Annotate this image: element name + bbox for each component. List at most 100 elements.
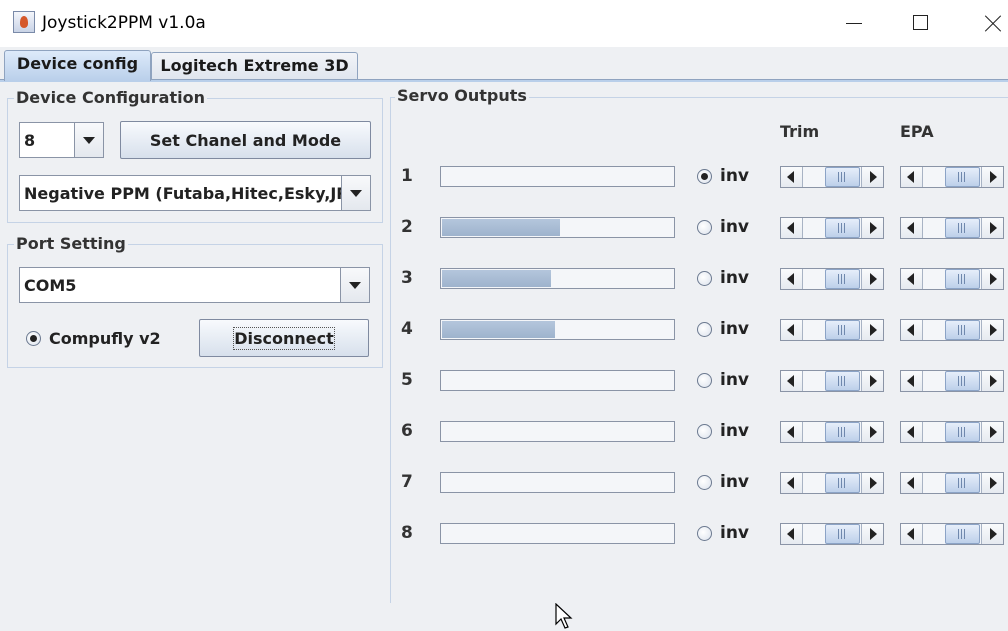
invert-radio[interactable]: [697, 475, 712, 490]
invert-label: inv: [720, 268, 750, 288]
slider-thumb[interactable]: [945, 218, 980, 238]
arrow-right-icon[interactable]: [861, 218, 883, 238]
epa-slider[interactable]: [900, 268, 1004, 290]
servo-row: 7 inv: [390, 468, 1008, 498]
arrow-left-icon[interactable]: [781, 218, 803, 238]
invert-radio[interactable]: [697, 526, 712, 541]
epa-slider[interactable]: [900, 166, 1004, 188]
invert-radio[interactable]: [697, 169, 712, 184]
tab-divider: [0, 79, 1008, 82]
epa-column-header: EPA: [900, 122, 934, 141]
disconnect-button[interactable]: Disconnect: [199, 319, 369, 357]
arrow-left-icon[interactable]: [901, 473, 923, 493]
arrow-left-icon[interactable]: [781, 371, 803, 391]
trim-slider[interactable]: [780, 319, 884, 341]
trim-slider[interactable]: [780, 370, 884, 392]
arrow-left-icon[interactable]: [901, 320, 923, 340]
slider-thumb[interactable]: [825, 473, 860, 493]
arrow-right-icon[interactable]: [861, 371, 883, 391]
arrow-left-icon[interactable]: [901, 422, 923, 442]
close-button[interactable]: [968, 8, 1008, 38]
slider-thumb[interactable]: [825, 524, 860, 544]
trim-slider[interactable]: [780, 421, 884, 443]
maximize-button[interactable]: [898, 8, 944, 38]
port-setting-title: Port Setting: [14, 234, 128, 253]
slider-thumb[interactable]: [825, 269, 860, 289]
slider-thumb[interactable]: [945, 320, 980, 340]
trim-slider[interactable]: [780, 166, 884, 188]
set-channel-and-mode-button[interactable]: Set Chanel and Mode: [120, 121, 371, 159]
invert-label: inv: [720, 370, 750, 390]
arrow-right-icon[interactable]: [981, 320, 1003, 340]
arrow-left-icon[interactable]: [781, 320, 803, 340]
arrow-right-icon[interactable]: [981, 422, 1003, 442]
arrow-right-icon[interactable]: [861, 524, 883, 544]
epa-slider[interactable]: [900, 319, 1004, 341]
arrow-left-icon[interactable]: [781, 524, 803, 544]
arrow-left-icon[interactable]: [781, 167, 803, 187]
tab-strip: Device config Logitech Extreme 3D: [0, 47, 1008, 82]
arrow-left-icon[interactable]: [781, 269, 803, 289]
servo-outputs-title: Servo Outputs: [395, 86, 529, 105]
arrow-left-icon[interactable]: [901, 371, 923, 391]
arrow-right-icon[interactable]: [861, 422, 883, 442]
epa-slider[interactable]: [900, 421, 1004, 443]
trim-slider[interactable]: [780, 523, 884, 545]
arrow-right-icon[interactable]: [981, 371, 1003, 391]
compufly-radio-label: Compufly v2: [49, 329, 161, 348]
arrow-left-icon[interactable]: [781, 473, 803, 493]
compufly-radio[interactable]: [26, 331, 41, 346]
arrow-right-icon[interactable]: [981, 269, 1003, 289]
servo-channel-number: 7: [401, 472, 413, 492]
slider-thumb[interactable]: [945, 269, 980, 289]
epa-slider[interactable]: [900, 472, 1004, 494]
chevron-down-icon[interactable]: [341, 176, 370, 210]
tab-logitech-extreme-3d[interactable]: Logitech Extreme 3D: [151, 52, 358, 80]
epa-slider[interactable]: [900, 217, 1004, 239]
arrow-right-icon[interactable]: [861, 167, 883, 187]
invert-radio[interactable]: [697, 424, 712, 439]
ppm-mode-select[interactable]: Negative PPM (Futaba,Hitec,Esky,JR): [19, 175, 371, 211]
slider-thumb[interactable]: [825, 320, 860, 340]
arrow-right-icon[interactable]: [861, 269, 883, 289]
arrow-left-icon[interactable]: [901, 218, 923, 238]
epa-slider[interactable]: [900, 370, 1004, 392]
slider-thumb[interactable]: [945, 473, 980, 493]
tab-device-config[interactable]: Device config: [4, 50, 151, 81]
arrow-right-icon[interactable]: [981, 473, 1003, 493]
slider-thumb[interactable]: [945, 167, 980, 187]
channel-count-select[interactable]: 8: [19, 122, 104, 158]
arrow-left-icon[interactable]: [901, 524, 923, 544]
epa-slider[interactable]: [900, 523, 1004, 545]
trim-slider[interactable]: [780, 472, 884, 494]
arrow-right-icon[interactable]: [981, 524, 1003, 544]
arrow-right-icon[interactable]: [981, 218, 1003, 238]
slider-thumb[interactable]: [825, 371, 860, 391]
arrow-right-icon[interactable]: [861, 320, 883, 340]
servo-channel-number: 8: [401, 523, 413, 543]
slider-thumb[interactable]: [825, 167, 860, 187]
servo-channel-number: 3: [401, 268, 413, 288]
slider-thumb[interactable]: [945, 524, 980, 544]
chevron-down-icon[interactable]: [74, 123, 103, 157]
invert-radio[interactable]: [697, 271, 712, 286]
trim-slider[interactable]: [780, 217, 884, 239]
arrow-left-icon[interactable]: [781, 422, 803, 442]
slider-thumb[interactable]: [945, 422, 980, 442]
ppm-mode-value: Negative PPM (Futaba,Hitec,Esky,JR): [24, 183, 356, 203]
slider-thumb[interactable]: [825, 218, 860, 238]
arrow-left-icon[interactable]: [901, 167, 923, 187]
invert-radio[interactable]: [697, 373, 712, 388]
chevron-down-icon[interactable]: [340, 268, 369, 302]
arrow-right-icon[interactable]: [861, 473, 883, 493]
minimize-button[interactable]: [830, 8, 876, 38]
arrow-left-icon[interactable]: [901, 269, 923, 289]
slider-thumb[interactable]: [945, 371, 980, 391]
slider-thumb[interactable]: [825, 422, 860, 442]
device-configuration-title: Device Configuration: [14, 88, 207, 107]
invert-radio[interactable]: [697, 220, 712, 235]
com-port-select[interactable]: COM5: [19, 267, 370, 303]
invert-radio[interactable]: [697, 322, 712, 337]
trim-slider[interactable]: [780, 268, 884, 290]
arrow-right-icon[interactable]: [981, 167, 1003, 187]
